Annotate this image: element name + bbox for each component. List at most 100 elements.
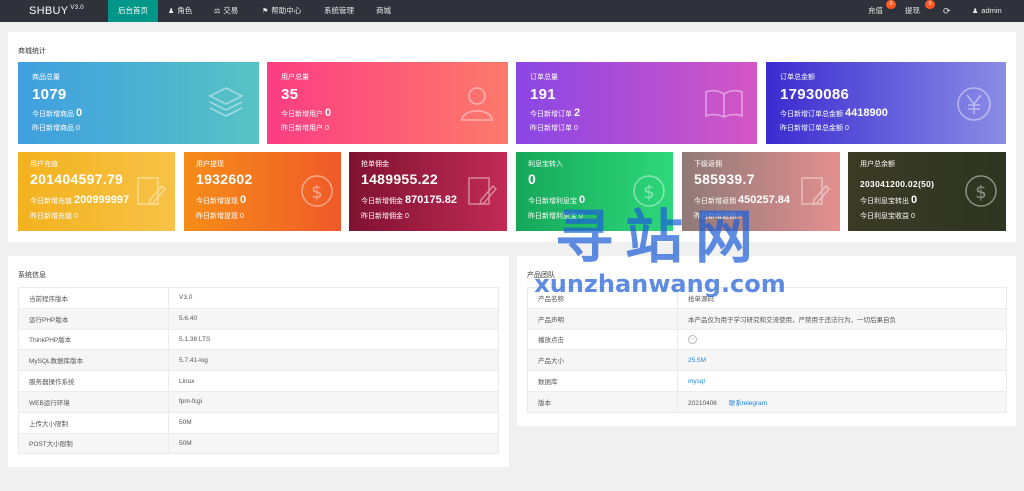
system-info-key: 运行PHP版本 xyxy=(18,307,169,330)
nav-roles[interactable]: ♟ 角色 xyxy=(168,0,192,22)
system-panel-title: 系统信息 xyxy=(18,272,46,279)
stat-card-order-amount[interactable]: 订单总金额 17930086 今日新增订单总金额 4418900 昨日新增订单总金… xyxy=(766,62,1006,144)
system-info-row: 上传大小限制 50M xyxy=(18,411,499,434)
product-info-row: 产品名称 抢单源码 xyxy=(527,287,1007,309)
card-value: 0 xyxy=(528,171,537,187)
product-info-key: 产品声明 xyxy=(527,307,678,330)
card-title: 用户充值 xyxy=(30,161,58,168)
system-info-row: 当前程序版本 V3.0 xyxy=(18,287,499,309)
card-yesterday: 昨日新增佣金 0 xyxy=(361,213,409,220)
card-value: 1079 xyxy=(32,86,67,103)
recharge-badge: 0 xyxy=(886,0,896,9)
system-info-key: 当前程序版本 xyxy=(18,287,169,309)
stat-card-commission[interactable]: 抢单佣金 1489955.22 今日新增佣金 870175.82 昨日新增佣金 0 xyxy=(349,152,507,231)
edit-icon xyxy=(468,177,497,206)
withdraw-link[interactable]: 提现 xyxy=(905,0,920,22)
stat-card-orders[interactable]: 订单总量 191 今日新增订单 2 昨日新增订单 0 xyxy=(516,62,757,144)
layers-icon xyxy=(208,87,244,117)
stat-card-rebate[interactable]: 下级返佣 585939.7 今日新增返佣 450257.84 昨日新增返佣 0 xyxy=(682,152,840,231)
system-info-key: MySQL数据库版本 xyxy=(18,349,169,372)
system-info-row: POST大小限制 50M xyxy=(18,432,499,455)
edit-icon xyxy=(801,177,830,206)
product-info-value-cell: 抢单源码 xyxy=(677,287,1007,309)
nav-trade[interactable]: ⚖ 交易 xyxy=(214,0,238,22)
card-value: 201404597.79 xyxy=(30,171,124,187)
stat-card-users[interactable]: 用户总量 35 今日新增用户 0 昨日新增用户 0 xyxy=(267,62,508,144)
refresh-icon[interactable]: ⟳ xyxy=(943,0,951,22)
card-value: 203041200.02(50) xyxy=(860,179,935,189)
system-info-key: 上传大小限制 xyxy=(18,411,169,434)
user-icon: ♟ xyxy=(168,8,175,15)
product-info-key: 产品大小 xyxy=(527,349,678,372)
stat-card-balance[interactable]: 用户总余额 203041200.02(50) 今日利息宝转出 0 今日利息宝收益 … xyxy=(848,152,1006,231)
card-title: 用户总量 xyxy=(281,74,309,81)
system-info-value: 5.1.38 LTS xyxy=(168,328,499,351)
stat-card-withdraw[interactable]: 用户提现 1932602 今日新增提现 0 昨日新增提现 0 $ xyxy=(184,152,341,231)
card-value: 191 xyxy=(530,86,556,103)
card-value: 585939.7 xyxy=(694,171,755,187)
card-value: 1932602 xyxy=(196,171,253,187)
stat-card-interest-in[interactable]: 利息宝转入 0 今日新增利息宝 0 昨日新增利息宝 0 $ xyxy=(516,152,673,231)
product-info-row: 产品大小 25.5M xyxy=(527,349,1007,372)
system-info-key: 服务器操作系统 xyxy=(18,370,169,392)
product-info-value: 25.5M xyxy=(688,356,707,364)
card-title: 订单总金额 xyxy=(780,74,815,81)
system-info-value: 50M xyxy=(168,432,499,455)
product-team-panel: 产品团队 产品名称 抢单源码 产品声明 本产品仅为用于学习研究和交流使用，严禁用于违法… xyxy=(517,256,1016,426)
user-icon: ♟ xyxy=(972,8,979,15)
stats-panel-title: 商城统计 xyxy=(18,48,46,55)
svg-text:$: $ xyxy=(975,182,986,203)
card-yesterday: 昨日新增充值 0 xyxy=(30,213,78,220)
product-info-value-cell: ⋯ xyxy=(677,328,1007,351)
system-info-panel: 系统信息 当前程序版本 V3.0 运行PHP版本 5.6.40 ThinkPHP版本 5.… xyxy=(8,256,509,467)
edit-icon xyxy=(137,177,166,206)
product-info-value: mysql xyxy=(688,377,705,385)
system-info-row: 服务器操作系统 Linux xyxy=(18,370,499,392)
flag-icon: ⚑ xyxy=(262,8,269,15)
product-info-row: 产品声明 本产品仅为用于学习研究和交流使用，严禁用于违法行为，一切后果自负 xyxy=(527,307,1007,330)
svg-text:$: $ xyxy=(311,182,322,203)
card-title: 抢单佣金 xyxy=(361,161,389,168)
scale-icon: ⚖ xyxy=(214,8,221,15)
app-logo[interactable]: SHBUY V3.0 xyxy=(29,5,84,17)
product-info-value-cell: 20210406 联系telegram xyxy=(677,390,1007,413)
nav-system[interactable]: 系统管理 xyxy=(324,0,354,22)
card-today: 今日新增提现 0 xyxy=(196,194,247,206)
system-info-value: 50M xyxy=(168,411,499,434)
system-info-value: fpm-fcgi xyxy=(168,390,499,413)
card-today: 今日新增充值 200999997 xyxy=(30,194,130,206)
svg-text:$: $ xyxy=(643,182,654,203)
card-value: 35 xyxy=(281,86,299,103)
card-today: 今日新增商品 0 xyxy=(32,107,83,119)
nav-help[interactable]: ⚑ 帮助中心 xyxy=(262,0,301,22)
card-yesterday: 昨日新增订单总金额 0 xyxy=(780,125,849,132)
yen-icon xyxy=(957,87,991,121)
system-info-row: 运行PHP版本 5.6.40 xyxy=(18,307,499,330)
user-menu[interactable]: ♟ admin xyxy=(972,0,1002,22)
nav-home[interactable]: 后台首页 xyxy=(108,0,158,22)
product-info-value: 20210406 xyxy=(688,399,717,407)
product-info-key: 播放点击 xyxy=(527,328,678,351)
product-info-row: 数据库 mysql xyxy=(527,370,1007,392)
system-info-key: WEB运行环境 xyxy=(18,390,169,413)
product-info-table: 产品名称 抢单源码 产品声明 本产品仅为用于学习研究和交流使用，严禁用于违法行为，一切… xyxy=(527,287,1007,413)
withdraw-badge: 0 xyxy=(925,0,935,9)
card-title: 用户总余额 xyxy=(860,161,895,168)
card-today: 今日新增用户 0 xyxy=(281,107,332,119)
play-button-icon[interactable]: ⋯ xyxy=(688,334,697,344)
card-today: 今日利息宝转出 0 xyxy=(860,194,918,206)
system-info-value: 5.6.40 xyxy=(168,307,499,330)
product-info-key: 产品名称 xyxy=(527,287,678,309)
recharge-link[interactable]: 充值 xyxy=(868,0,883,22)
dollar-icon: $ xyxy=(633,175,665,207)
card-today: 今日新增订单总金额 4418900 xyxy=(780,107,888,119)
card-title: 商品总量 xyxy=(32,74,60,81)
card-yesterday: 昨日新增利息宝 0 xyxy=(528,213,583,220)
product-info-key: 版本 xyxy=(527,390,678,413)
card-title: 利息宝转入 xyxy=(528,161,563,168)
nav-mall[interactable]: 商城 xyxy=(376,0,391,22)
stat-card-recharge[interactable]: 用户充值 201404597.79 今日新增充值 200999997 昨日新增充值… xyxy=(18,152,175,231)
stat-card-products[interactable]: 商品总量 1079 今日新增商品 0 昨日新增商品 0 xyxy=(18,62,259,144)
system-info-row: ThinkPHP版本 5.1.38 LTS xyxy=(18,328,499,351)
contact-link[interactable]: 联系telegram xyxy=(729,400,767,407)
